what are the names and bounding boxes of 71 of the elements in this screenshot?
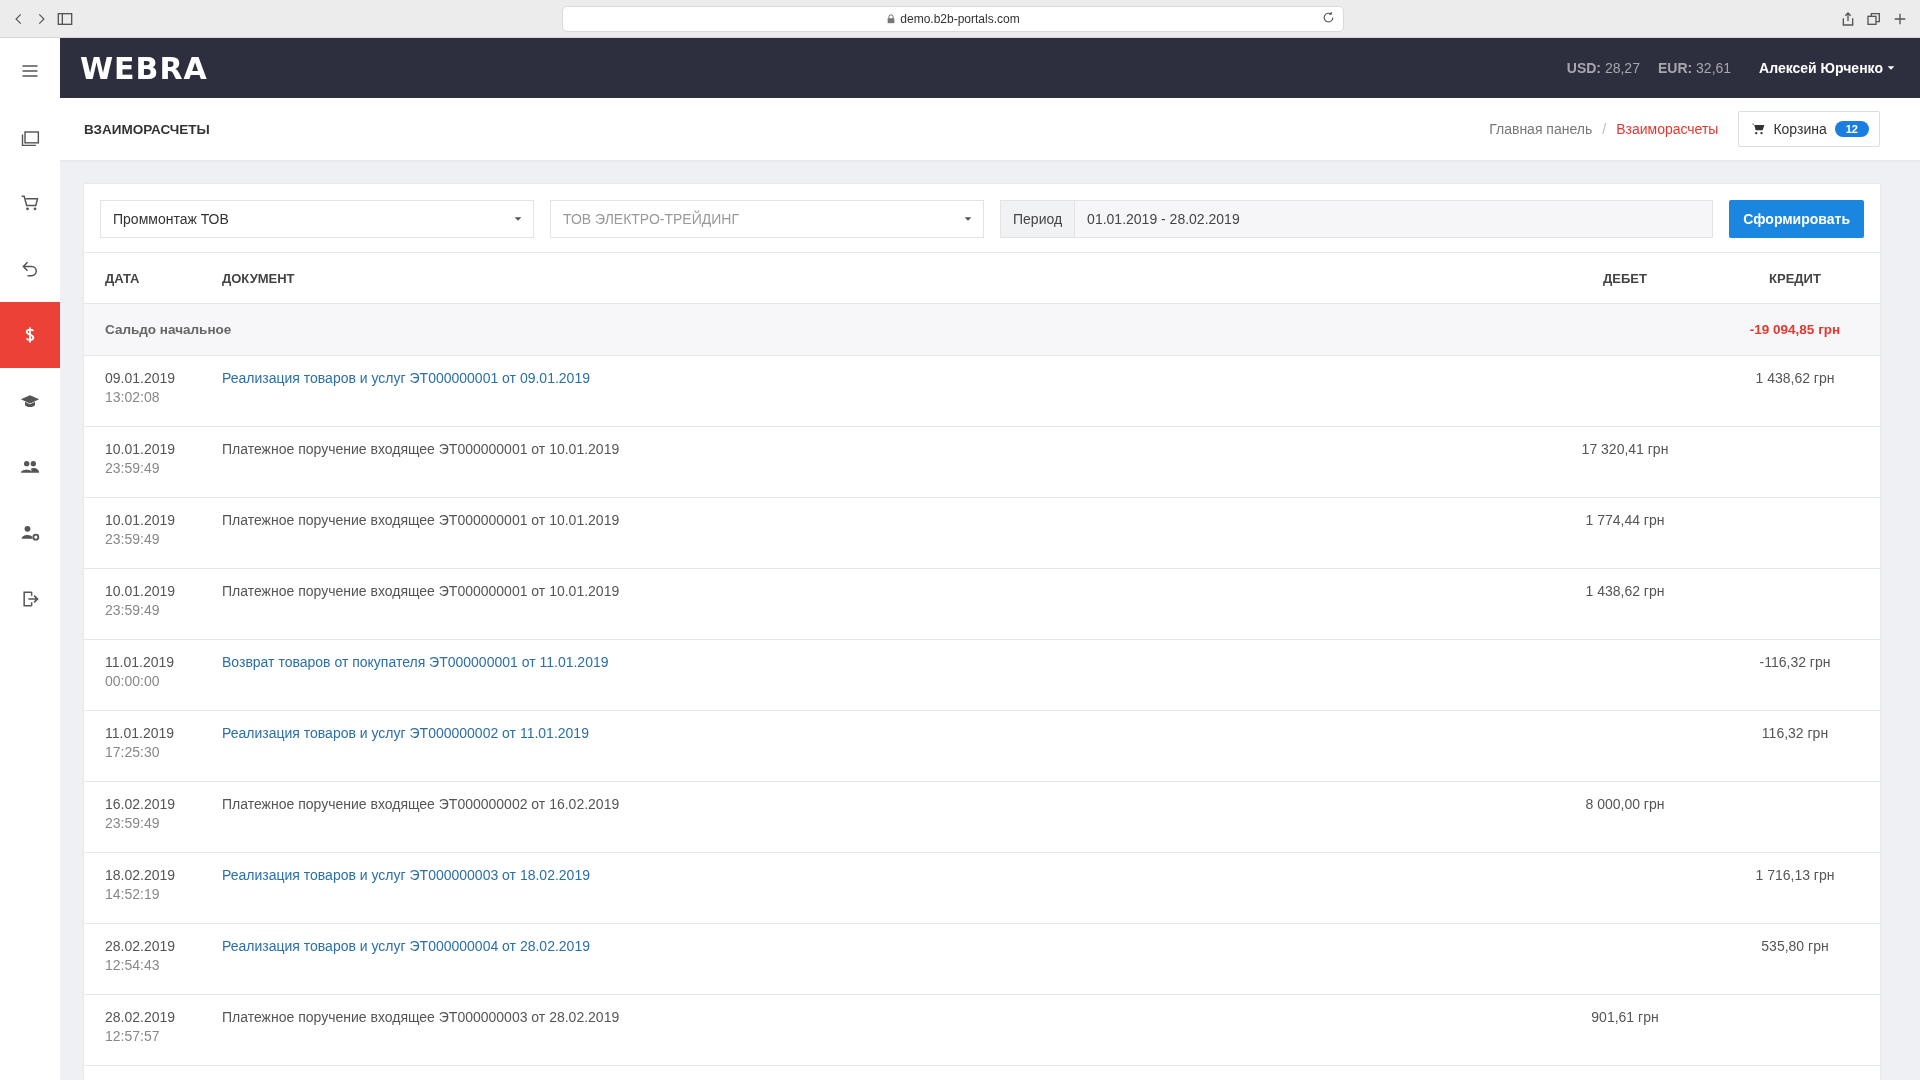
time-text: 12:57:57 [105, 1028, 161, 1044]
time-text: 17:25:30 [105, 744, 161, 760]
breadcrumb-separator: / [1602, 121, 1607, 137]
company-select[interactable]: Проммонтаж ТОВ [100, 200, 534, 238]
breadcrumb-link[interactable]: Взаиморасчеты [1616, 121, 1719, 137]
document-text: Платежное поручение входящее ЭТ000000003 от 28.02.2019 [222, 1009, 621, 1025]
debit-amount: 1 438,62 грн [1584, 583, 1666, 599]
time-text: 23:59:49 [105, 815, 161, 831]
date-text: 18.02.2019 [105, 867, 177, 883]
time-text: 23:59:49 [105, 602, 161, 618]
debit-amount: 901,61 грн [1590, 1009, 1660, 1025]
column-header: ДЕБЕТ [1602, 270, 1648, 286]
column-header: КРЕДИТ [1768, 270, 1822, 286]
cart-button[interactable]: Корзина 12 [1738, 111, 1880, 147]
time-text: 23:59:49 [105, 460, 161, 476]
date-text: 28.02.2019 [105, 1009, 177, 1025]
credit-amount: 1 716,13 грн [1754, 867, 1836, 883]
credit-amount: 1 438,62 грн [1754, 370, 1836, 386]
date-text: 28.02.2019 [105, 938, 177, 954]
generate-button[interactable]: Сформировать [1729, 200, 1864, 238]
date-text: 10.01.2019 [105, 441, 177, 457]
date-text: 10.01.2019 [105, 512, 177, 528]
balance-label: Сальдо начальное [105, 322, 233, 337]
credit-amount: 116,32 грн [1760, 725, 1830, 741]
date-text: 16.02.2019 [105, 796, 177, 812]
time-text: 23:59:49 [105, 531, 161, 547]
undo-arrow-icon [20, 259, 40, 279]
logout-icon [20, 589, 40, 609]
reload-icon[interactable] [1322, 10, 1335, 24]
column-header: ДАТА [105, 270, 141, 286]
currency-rate: EUR: 32,61 [1657, 60, 1732, 76]
counterparty-select[interactable]: ТОВ ЭЛЕКТРО-ТРЕЙДИНГ [550, 200, 984, 238]
column-header: ДОКУМЕНТ [222, 270, 296, 286]
user-menu[interactable]: Алексей Юрченко [1759, 60, 1896, 76]
cart-icon [1751, 122, 1766, 136]
time-text: 13:02:08 [105, 389, 161, 405]
time-text: 14:52:19 [105, 886, 161, 902]
document-text: Платежное поручение входящее ЭТ000000002 от 16.02.2019 [222, 796, 621, 812]
address-bar[interactable]: demo.b2b-portals.com [562, 5, 1344, 32]
date-text: 11.01.2019 [105, 654, 176, 670]
document-link[interactable]: Возврат товаров от покупателя ЭТ000000001 от 11.01.2019 [222, 654, 1540, 670]
document-link[interactable]: Реализация товаров и услуг ЭТ000000002 от 11.01.2019 [222, 725, 1540, 741]
debit-amount: 8 000,00 грн [1584, 796, 1666, 812]
document-text: Платежное поручение входящее ЭТ000000001 от 10.01.2019 [222, 441, 621, 457]
credit-amount: 535,80 грн [1760, 938, 1830, 954]
user-gear-icon [20, 523, 40, 543]
logo[interactable]: WEBRA [80, 50, 208, 86]
count-badge: 12 [1834, 121, 1869, 137]
time-text: 00:00:00 [105, 673, 161, 689]
balance-amount: -19 094,85 грн [1748, 322, 1842, 337]
document-link[interactable]: Реализация товаров и услуг ЭТ000000003 от 18.02.2019 [222, 867, 1540, 883]
document-text: Платежное поручение входящее ЭТ000000001 от 10.01.2019 [222, 583, 621, 599]
date-text: 11.01.2019 [105, 725, 176, 741]
debit-amount: 17 320,41 грн [1580, 441, 1670, 457]
share-icon[interactable] [1840, 10, 1856, 27]
tabs-icon[interactable] [1866, 10, 1882, 27]
url-text: demo.b2b-portals.com [900, 11, 1020, 26]
currency-rate: USD: 28,27 [1566, 60, 1640, 76]
lock-icon [886, 13, 897, 24]
date-text: 10.01.2019 [105, 583, 177, 599]
date-text: 09.01.2019 [105, 370, 177, 386]
sidebar-toggle-icon[interactable] [56, 10, 74, 27]
breadcrumb-link[interactable]: Главная панель [1489, 121, 1593, 137]
document-link[interactable]: Реализация товаров и услуг ЭТ000000001 от 09.01.2019 [222, 370, 1540, 386]
debit-amount: 1 774,44 грн [1584, 512, 1666, 528]
document-text: Платежное поручение входящее ЭТ000000001 от 10.01.2019 [222, 512, 621, 528]
page-title: ВЗАИМОРАСЧЕТЫ [84, 121, 210, 137]
time-text: 12:54:43 [105, 957, 161, 973]
cart-icon [20, 193, 40, 213]
document-link[interactable]: Реализация товаров и услуг ЭТ000000004 от 28.02.2019 [222, 938, 1540, 954]
credit-amount: -116,32 грн [1758, 654, 1832, 670]
